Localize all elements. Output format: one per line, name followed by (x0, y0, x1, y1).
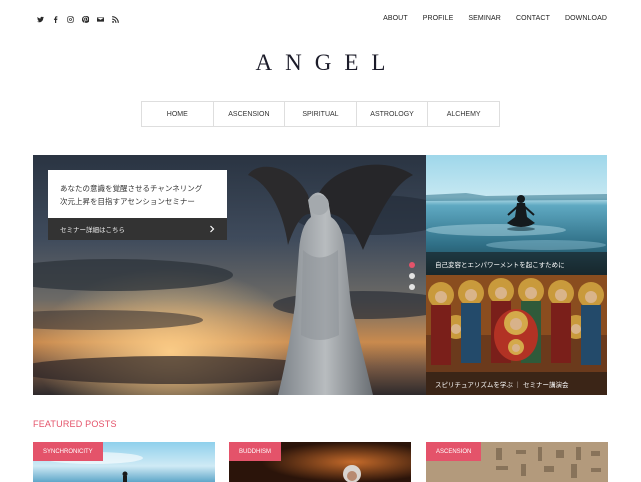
tile-label-1: 自己変容とエンパワーメントを起こすために (426, 252, 607, 275)
main-nav: HOME ASCENSION SPIRITUAL ASTROLOGY ALCHE… (141, 101, 500, 127)
seminar-details-button[interactable]: セミナー詳細はこちら (48, 218, 227, 240)
slider-dots (409, 262, 415, 290)
nav-astrology[interactable]: ASTROLOGY (357, 102, 429, 126)
topnav-profile[interactable]: PROFILE (423, 15, 454, 22)
instagram-icon[interactable] (67, 15, 74, 23)
hero-caption-text: あなたの意識を覚醒させるチャンネリング 次元上昇を目指すアセンションセミナー (48, 170, 227, 218)
facebook-icon[interactable] (52, 15, 59, 23)
badge-ascension[interactable]: ASCENSION (426, 442, 482, 461)
nav-ascension[interactable]: ASCENSION (214, 102, 286, 126)
slider-dot-1[interactable] (409, 262, 415, 268)
seminar-details-label: セミナー詳細はこちら (60, 227, 125, 234)
nav-alchemy[interactable]: ALCHEMY (428, 102, 499, 126)
badge-buddhism[interactable]: BUDDHISM (229, 442, 282, 461)
nav-home[interactable]: HOME (142, 102, 214, 126)
hero-caption-line1: あなたの意識を覚醒させるチャンネリング (60, 184, 203, 193)
slider-dot-2[interactable] (409, 273, 415, 279)
feature-tile-icon[interactable]: スピリチュアリズムを学ぶ ｜ セミナー講演会 (426, 275, 607, 395)
rss-icon[interactable] (112, 15, 119, 23)
mail-icon[interactable] (97, 16, 104, 23)
twitter-icon[interactable] (37, 16, 44, 23)
hero-caption: あなたの意識を覚醒させるチャンネリング 次元上昇を目指すアセンションセミナー セ… (48, 170, 227, 240)
social-links (37, 13, 119, 25)
featured-card-synchronicity[interactable]: SYNCHRONICITY (33, 442, 215, 482)
badge-synchronicity[interactable]: SYNCHRONICITY (33, 442, 103, 461)
hero-caption-line2: 次元上昇を目指すアセンションセミナー (60, 197, 195, 206)
tile-label-2: スピリチュアリズムを学ぶ ｜ セミナー講演会 (426, 372, 607, 395)
topnav-about[interactable]: ABOUT (383, 15, 408, 22)
slider-dot-3[interactable] (409, 284, 415, 290)
nav-spiritual[interactable]: SPIRITUAL (285, 102, 357, 126)
top-nav: ABOUT PROFILE SEMINAR CONTACT DOWNLOAD (383, 15, 607, 22)
featured-card-ascension[interactable]: ASCENSION (426, 442, 608, 482)
topnav-contact[interactable]: CONTACT (516, 15, 550, 22)
topnav-download[interactable]: DOWNLOAD (565, 15, 607, 22)
featured-posts-title: FEATURED POSTS (33, 419, 117, 429)
pinterest-icon[interactable] (82, 15, 89, 23)
feature-tile-meditation[interactable]: 自己変容とエンパワーメントを起こすために (426, 155, 607, 275)
featured-card-buddhism[interactable]: BUDDHISM (229, 442, 411, 482)
topnav-seminar[interactable]: SEMINAR (468, 15, 501, 22)
site-logo[interactable]: ANGEL (0, 50, 641, 76)
chevron-right-icon (210, 225, 215, 233)
